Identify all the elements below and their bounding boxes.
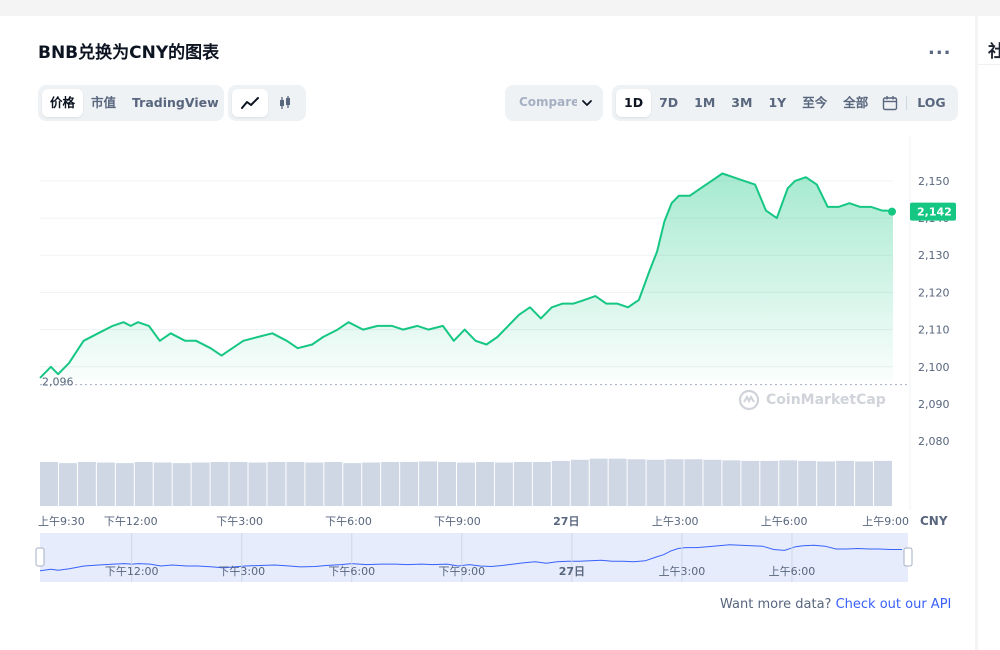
- navigator-tick-label: 上午3:00: [659, 565, 706, 578]
- volume-bar: [684, 459, 703, 506]
- volume-bar: [665, 459, 684, 506]
- volume-bar: [779, 460, 798, 506]
- y-tick-label: 2,150: [918, 175, 950, 188]
- navigator-tick-label: 上午6:00: [769, 565, 816, 578]
- api-link[interactable]: Check out our API: [836, 597, 952, 612]
- volume-bar: [608, 458, 627, 506]
- volume-bar: [646, 459, 665, 506]
- volume-bar: [627, 459, 646, 506]
- volume-bar: [96, 462, 115, 506]
- open-price-label: 2,096: [42, 376, 74, 389]
- volume-bar: [343, 463, 362, 506]
- volume-bar: [248, 462, 267, 506]
- x-tick-label: 上午9:30: [38, 515, 85, 528]
- volume-bar: [229, 462, 248, 506]
- volume-bar: [836, 460, 855, 506]
- watermark-text: CoinMarketCap: [766, 392, 886, 408]
- volume-bar: [172, 463, 191, 506]
- volume-bar: [400, 462, 419, 506]
- price-chart: 2,096 2,080 2,090 2,100 2,110 2,120 2,130 2,14…: [35, 135, 956, 582]
- volume-bar: [77, 462, 96, 506]
- navigator-tick-label: 下午9:00: [438, 565, 485, 578]
- current-price-label: 2,142: [917, 206, 952, 219]
- volume-bar: [381, 462, 400, 506]
- volume-bar: [324, 462, 343, 506]
- volume-bar: [58, 463, 77, 506]
- navigator-left-handle[interactable]: [35, 547, 45, 567]
- volume-bar: [589, 458, 608, 506]
- navigator-right-handle[interactable]: [903, 547, 913, 567]
- y-tick-label: 2,120: [918, 286, 950, 299]
- volume-bar: [115, 463, 134, 506]
- volume-bar: [438, 462, 457, 506]
- volume-bar: [286, 462, 305, 506]
- volume-bar: [153, 462, 172, 506]
- navigator-tick-label: 27日: [559, 565, 585, 578]
- price-area: [40, 173, 893, 382]
- volume-bar: [40, 462, 58, 506]
- volume-bar: [570, 459, 589, 506]
- volume-bar: [741, 460, 760, 506]
- volume-bar: [419, 461, 438, 506]
- x-tick-label: 下午9:00: [434, 515, 481, 528]
- footer: Want more data? Check out our API: [720, 597, 951, 612]
- volume-bar: [457, 462, 475, 506]
- volume-bar: [305, 462, 324, 506]
- current-price-dot: [888, 207, 896, 216]
- watermark: CoinMarketCap: [738, 389, 886, 411]
- volume-bar: [475, 462, 494, 506]
- y-tick-label: 2,090: [918, 398, 950, 411]
- volume-bar: [532, 462, 551, 506]
- volume-bar: [551, 460, 570, 506]
- volume-bar: [855, 461, 874, 506]
- volume-bar: [817, 461, 836, 506]
- x-tick-label: 下午6:00: [325, 515, 372, 528]
- volume-bar: [362, 462, 381, 506]
- x-tick-label: 下午3:00: [216, 515, 263, 528]
- x-tick-label: 上午3:00: [652, 515, 699, 528]
- volume-bar: [874, 460, 892, 506]
- y-tick-label: 2,080: [918, 435, 950, 448]
- y-tick-label: 2,110: [918, 324, 950, 337]
- x-tick-label: 上午6:00: [761, 515, 808, 528]
- volume-bar: [760, 460, 779, 506]
- volume-bar: [210, 462, 229, 506]
- volume-bar: [703, 459, 722, 506]
- x-tick-label: 下午12:00: [104, 515, 158, 528]
- volume-bar: [267, 462, 286, 506]
- footer-text: Want more data?: [720, 597, 832, 612]
- volume-bar: [494, 462, 513, 506]
- y-tick-label: 2,100: [918, 361, 950, 374]
- x-tick-label: 27日: [553, 515, 579, 528]
- volume-bar: [191, 462, 210, 506]
- navigator-tick-label: 下午6:00: [328, 565, 375, 578]
- volume-bar: [513, 462, 532, 506]
- x-tick-label: 上午9:00: [862, 515, 909, 528]
- y-tick-label: 2,130: [918, 249, 950, 262]
- volume-bar: [722, 460, 741, 506]
- currency-label: CNY: [920, 514, 948, 528]
- range-navigator[interactable]: 下午12:00 下午3:00 下午6:00 下午9:00 27日 上午3:00 上午6:00: [35, 533, 913, 582]
- navigator-tick-label: 下午12:00: [105, 565, 159, 578]
- volume-bar: [134, 462, 153, 506]
- navigator-tick-label: 下午3:00: [218, 565, 265, 578]
- volume-bar: [798, 460, 817, 506]
- coinmarketcap-logo-icon: [738, 389, 760, 411]
